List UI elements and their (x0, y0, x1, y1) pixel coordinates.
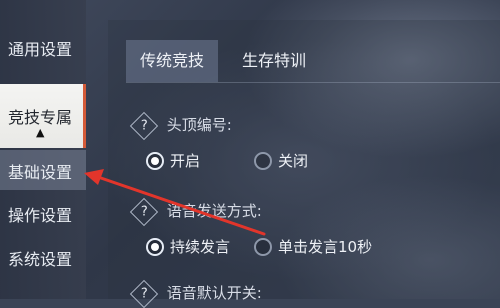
sidebar: 通用设置 竞技专属 ▲ 基础设置 操作设置 系统设置 (0, 0, 86, 299)
settings-panel: 传统竞技 生存特训 ? 头顶编号: 开启 关闭 ? 语音发送方式: 持续发言 单… (108, 20, 500, 308)
voice-click-radio[interactable]: 单击发言10秒 (254, 236, 372, 257)
section-label: 头顶编号: (166, 116, 232, 134)
radio-icon (254, 151, 272, 170)
radio-label: 持续发言 (170, 238, 231, 256)
head-number-on-radio[interactable]: 开启 (146, 150, 200, 171)
help-diamond-icon[interactable]: ? (129, 197, 159, 226)
radio-label: 关闭 (278, 152, 309, 170)
section-label: 语音默认开关: (166, 284, 262, 302)
sidebar-item-label: 竞技专属 (8, 108, 73, 127)
tab-traditional[interactable]: 传统竞技 (126, 40, 219, 82)
voice-default-title: ? 语音默认开关: (129, 279, 262, 308)
radio-icon (146, 151, 164, 170)
sidebar-item-label: 操作设置 (8, 206, 73, 225)
sidebar-item-general[interactable]: 通用设置 (0, 36, 86, 62)
sidebar-item-label: 基础设置 (8, 163, 73, 182)
section-label: 语音发送方式: (166, 202, 262, 220)
radio-icon (254, 237, 272, 256)
sidebar-item-system[interactable]: 系统设置 (0, 246, 86, 272)
sidebar-item-operation[interactable]: 操作设置 (0, 202, 86, 228)
radio-label: 单击发言10秒 (278, 238, 373, 256)
sidebar-item-competitive[interactable]: 竞技专属 ▲ (0, 84, 86, 148)
sidebar-item-basic[interactable]: 基础设置 (0, 150, 86, 190)
tab-survival[interactable]: 生存特训 (228, 40, 320, 82)
voice-send-title: ? 语音发送方式: (129, 197, 262, 226)
head-number-title: ? 头顶编号: (129, 111, 232, 140)
head-number-off-radio[interactable]: 关闭 (254, 150, 308, 171)
radio-icon (146, 237, 164, 256)
voice-continuous-radio[interactable]: 持续发言 (146, 236, 230, 257)
help-diamond-icon[interactable]: ? (129, 279, 159, 308)
sidebar-item-label: 通用设置 (8, 40, 73, 59)
caret-up-icon: ▲ (36, 126, 45, 139)
tab-bar: 传统竞技 生存特训 (126, 40, 500, 83)
radio-label: 开启 (170, 152, 201, 170)
sidebar-item-label: 系统设置 (8, 250, 73, 269)
help-diamond-icon[interactable]: ? (129, 111, 159, 140)
